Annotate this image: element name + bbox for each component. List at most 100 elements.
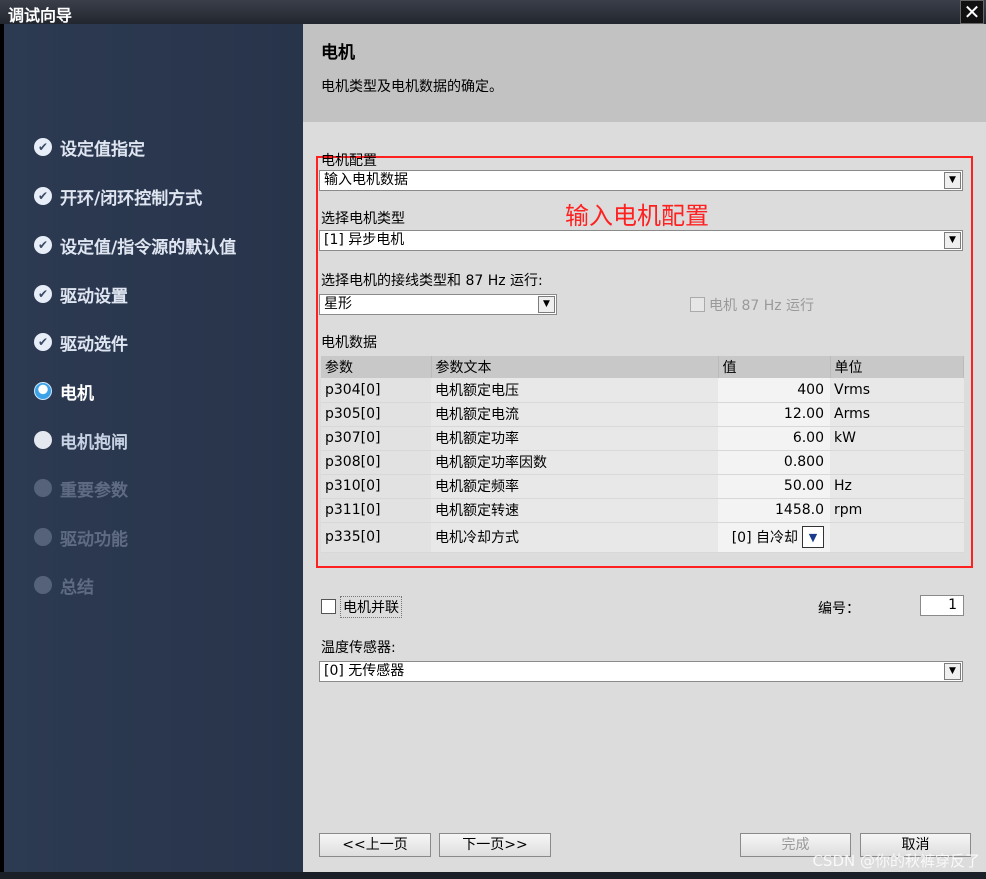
table-header-row: 参数 参数文本 值 单位 [321, 356, 964, 378]
wiring-select[interactable]: 星形 ▼ [319, 294, 557, 315]
window-bottom-edge [0, 872, 986, 879]
sidebar-item-drive-settings[interactable]: ✔ 驱动设置 [34, 280, 128, 308]
value-cell[interactable]: 1458.0 [718, 498, 830, 523]
value-cell[interactable]: 0.800 [718, 450, 830, 475]
chevron-down-icon[interactable]: ▼ [944, 232, 961, 249]
pending-step-icon [34, 528, 52, 546]
sidebar-item-setpoint-source[interactable]: ✔ 设定值/指令源的默认值 [34, 231, 236, 259]
temp-sensor-value: [0] 无传感器 [324, 663, 405, 679]
value-cell[interactable]: 6.00 [718, 426, 830, 451]
temp-sensor-select[interactable]: [0] 无传感器 ▼ [319, 661, 963, 682]
param-text-cell: 电机额定功率因数 [431, 450, 718, 475]
table-row: p305[0] 电机额定电流 12.00 Arms [321, 402, 964, 427]
87hz-checkbox [690, 297, 705, 312]
check-icon: ✔ [34, 236, 52, 254]
param-cell: p310[0] [321, 474, 431, 499]
motor-type-value: [1] 异步电机 [324, 232, 405, 248]
unit-cell [830, 450, 964, 475]
sidebar-item-drive-functions: 驱动功能 [34, 523, 128, 551]
unit-cell: Hz [830, 474, 964, 499]
prev-page-button[interactable]: <<上一页 [319, 833, 431, 857]
motor-config-select[interactable]: 输入电机数据 ▼ [319, 170, 963, 191]
motor-config-label: 电机配置 [321, 153, 377, 169]
param-cell: p335[0] [321, 522, 431, 553]
content-area: 输入电机配置 电机配置 输入电机数据 ▼ 选择电机类型 [1] 异步电机 ▼ 选… [303, 122, 986, 872]
table-row: p307[0] 电机额定功率 6.00 kW [321, 426, 964, 451]
chevron-down-icon[interactable]: ▼ [944, 663, 961, 680]
value-cell[interactable]: 400 [718, 378, 830, 403]
chevron-down-icon[interactable]: ▼ [538, 296, 555, 313]
motor-data-label: 电机数据 [321, 335, 377, 351]
param-text-cell: 电机额定电流 [431, 402, 718, 427]
next-page-button[interactable]: 下一页>> [439, 833, 551, 857]
unit-cell [830, 522, 964, 553]
param-cell: p308[0] [321, 450, 431, 475]
page-header: 电机 电机类型及电机数据的确定。 [303, 24, 986, 122]
sidebar-item-setpoint[interactable]: ✔ 设定值指定 [34, 133, 145, 161]
motor-type-select[interactable]: [1] 异步电机 ▼ [319, 230, 963, 251]
sidebar-item-important-params: 重要参数 [34, 474, 128, 502]
sidebar-item-label: 重要参数 [60, 480, 128, 501]
sidebar-item-label: 设定值指定 [60, 139, 145, 160]
chevron-down-icon[interactable]: ▼ [802, 526, 824, 548]
current-step-icon [34, 382, 52, 400]
watermark-text: CSDN @你的秋裤穿反了 [812, 852, 980, 870]
param-text-cell: 电机冷却方式 [431, 522, 718, 553]
unit-cell: Arms [830, 402, 964, 427]
param-cell: p307[0] [321, 426, 431, 451]
sidebar-item-summary: 总结 [34, 571, 94, 599]
param-cell: p305[0] [321, 402, 431, 427]
sidebar-item-label: 设定值/指令源的默认值 [60, 237, 237, 258]
wiring-value: 星形 [324, 296, 352, 312]
unit-cell: rpm [830, 498, 964, 523]
motor-config-value: 输入电机数据 [324, 172, 408, 188]
sidebar-item-label: 电机 [60, 383, 94, 404]
temp-sensor-label: 温度传感器: [321, 640, 396, 656]
value-cell[interactable]: 12.00 [718, 402, 830, 427]
unit-cell: kW [830, 426, 964, 451]
close-icon[interactable]: ✕ [960, 0, 984, 24]
sidebar-item-drive-options[interactable]: ✔ 驱动选件 [34, 328, 128, 356]
param-text-cell: 电机额定频率 [431, 474, 718, 499]
page-title: 电机 [321, 43, 355, 63]
check-icon: ✔ [34, 187, 52, 205]
sidebar-item-control-mode[interactable]: ✔ 开环/闭环控制方式 [34, 182, 202, 210]
number-field[interactable]: 1 [920, 595, 964, 616]
pending-step-icon [34, 479, 52, 497]
check-icon: ✔ [34, 333, 52, 351]
page-description: 电机类型及电机数据的确定。 [321, 79, 503, 95]
sidebar-item-motor[interactable]: 电机 [34, 377, 94, 405]
param-cell: p304[0] [321, 378, 431, 403]
motor-parallel-label[interactable]: 电机并联 [340, 596, 402, 618]
window-title: 调试向导 [8, 6, 73, 25]
wiring-label: 选择电机的接线类型和 87 Hz 运行: [321, 273, 543, 289]
sidebar-item-label: 驱动选件 [60, 334, 128, 355]
table-row: p311[0] 电机额定转速 1458.0 rpm [321, 498, 964, 523]
param-text-cell: 电机额定功率 [431, 426, 718, 451]
table-row: p308[0] 电机额定功率因数 0.800 [321, 450, 964, 475]
cooling-value: [0] 自冷却 [731, 530, 798, 546]
column-header: 参数 [321, 356, 432, 378]
wizard-sidebar: ✔ 设定值指定 ✔ 开环/闭环控制方式 ✔ 设定值/指令源的默认值 ✔ 驱动设置… [4, 24, 303, 872]
sidebar-item-motor-brake[interactable]: 电机抱闸 [34, 426, 128, 454]
motor-data-table: 参数 参数文本 值 单位 p304[0] 电机额定电压 400 Vrms p30… [321, 356, 964, 553]
unit-cell: Vrms [830, 378, 964, 403]
sidebar-item-label: 总结 [60, 577, 94, 598]
value-cell[interactable]: 50.00 [718, 474, 830, 499]
param-text-cell: 电机额定转速 [431, 498, 718, 523]
sidebar-item-label: 驱动设置 [60, 286, 128, 307]
cooling-select[interactable]: [0] 自冷却 ▼ [718, 522, 830, 553]
param-text-cell: 电机额定电压 [431, 378, 718, 403]
highlight-annotation: 输入电机配置 [565, 202, 709, 230]
column-header: 参数文本 [431, 356, 719, 378]
sidebar-item-label: 电机抱闸 [60, 432, 128, 453]
title-bar: 调试向导 ✕ [0, 0, 986, 25]
main-panel: 电机 电机类型及电机数据的确定。 输入电机配置 电机配置 输入电机数据 ▼ 选择… [303, 24, 986, 872]
motor-parallel-checkbox[interactable] [321, 599, 336, 614]
check-icon: ✔ [34, 138, 52, 156]
pending-step-icon [34, 431, 52, 449]
column-header: 值 [718, 356, 831, 378]
param-cell: p311[0] [321, 498, 431, 523]
check-icon: ✔ [34, 285, 52, 303]
chevron-down-icon[interactable]: ▼ [944, 172, 961, 189]
